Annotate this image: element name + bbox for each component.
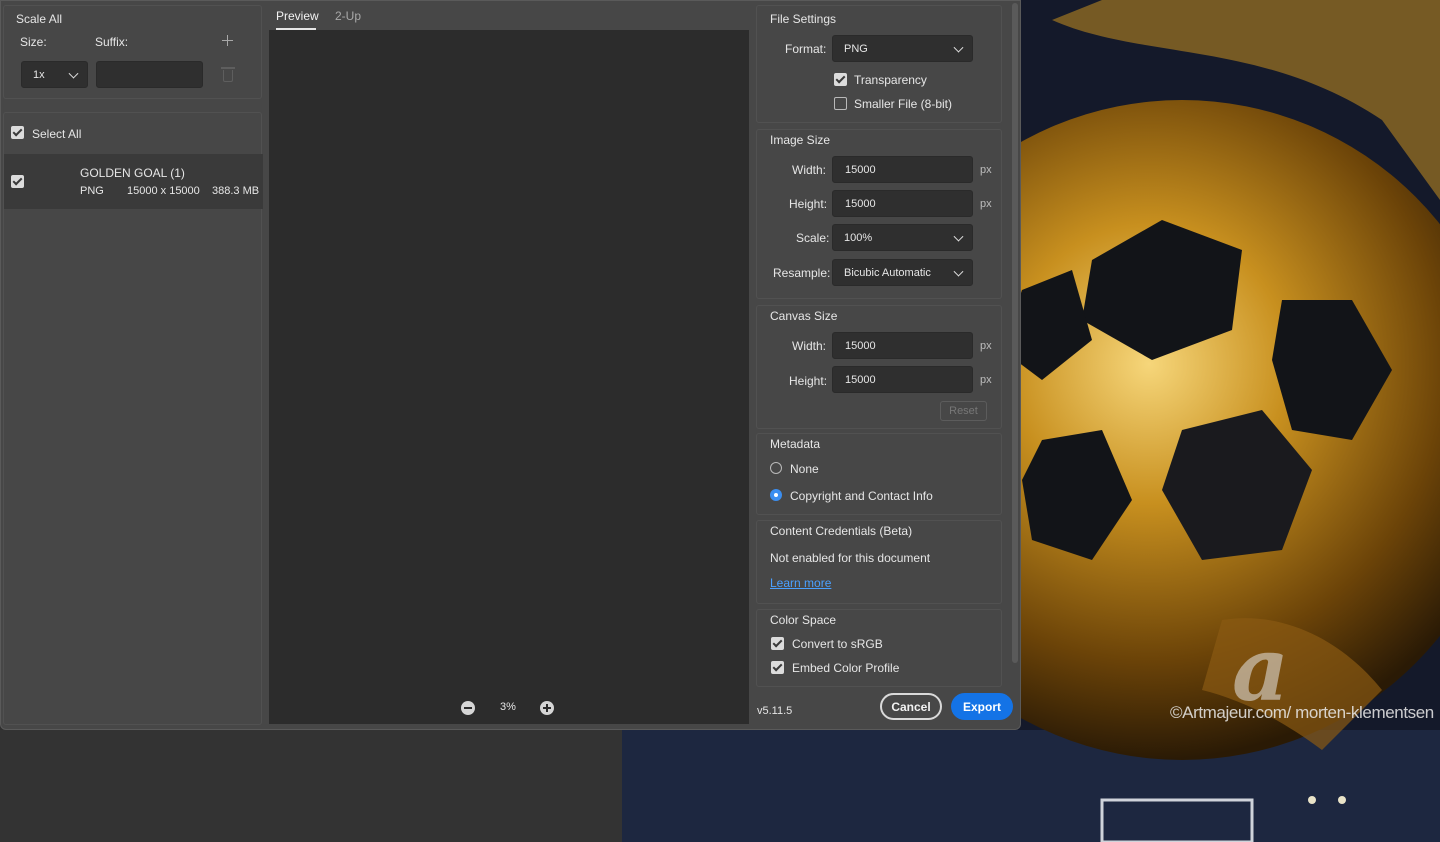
file-name: GOLDEN GOAL (1): [80, 166, 185, 180]
image-width-unit: px: [980, 164, 992, 176]
metadata-copyright-radio[interactable]: [770, 489, 782, 501]
scale-all-panel: Scale All Size: Suffix: 1x: [3, 5, 262, 99]
zoom-level: 3%: [500, 701, 516, 713]
transparency-checkbox[interactable]: [834, 73, 847, 86]
add-scale-icon[interactable]: [222, 35, 233, 46]
image-height-input[interactable]: 15000: [832, 190, 973, 217]
convert-srgb-checkbox[interactable]: [771, 637, 784, 650]
metadata-panel: Metadata None Copyright and Contact Info: [756, 433, 1002, 515]
image-height-label: Height:: [789, 197, 828, 211]
size-select[interactable]: 1x: [21, 61, 88, 88]
smaller-file-checkbox[interactable]: [834, 97, 847, 110]
embed-profile-label: Embed Color Profile: [792, 661, 900, 675]
canvas-width-input[interactable]: 15000: [832, 332, 973, 359]
preview-canvas[interactable]: 3%: [269, 30, 749, 724]
image-width-input[interactable]: 15000: [832, 156, 973, 183]
image-size-panel: Image Size Width: 15000 px Height: 15000…: [756, 129, 1002, 299]
smaller-file-label: Smaller File (8-bit): [854, 97, 953, 111]
image-width-label: Width:: [792, 163, 827, 177]
format-select-value: PNG: [844, 42, 868, 55]
resample-label: Resample:: [773, 266, 831, 280]
version-label: v5.11.5: [757, 705, 793, 717]
tab-2-up[interactable]: 2-Up: [335, 9, 361, 23]
reset-button[interactable]: Reset: [940, 401, 987, 421]
suffix-input[interactable]: [96, 61, 203, 88]
canvas-width-label: Width:: [792, 339, 827, 353]
file-list-item[interactable]: GOLDEN GOAL (1) PNG 15000 x 15000 388.3 …: [4, 154, 263, 209]
canvas-height-label: Height:: [789, 374, 828, 388]
content-credentials-title: Content Credentials (Beta): [770, 524, 913, 538]
embed-profile-checkbox[interactable]: [771, 661, 784, 674]
content-credentials-panel: Content Credentials (Beta) Not enabled f…: [756, 520, 1002, 604]
file-dimensions: 15000 x 15000: [127, 185, 200, 197]
select-all-checkbox[interactable]: [11, 126, 24, 139]
content-credentials-status: Not enabled for this document: [770, 551, 931, 565]
watermark-text: ©Artmajeur.com/ morten-klementsen: [1170, 703, 1434, 722]
canvas-height-unit: px: [980, 374, 992, 386]
image-size-title: Image Size: [770, 133, 831, 147]
suffix-label: Suffix:: [95, 35, 129, 49]
scale-select-value: 100%: [844, 231, 873, 244]
file-size: 388.3 MB: [212, 185, 260, 197]
convert-srgb-label: Convert to sRGB: [792, 637, 883, 651]
select-all-label: Select All: [32, 127, 82, 141]
format-label: Format:: [785, 42, 827, 56]
export-button[interactable]: Export: [951, 693, 1013, 720]
export-as-dialog: Scale All Size: Suffix: 1x Select All GO…: [0, 0, 1021, 730]
scale-label: Scale:: [796, 231, 830, 245]
chevron-down-icon: [68, 68, 79, 79]
chevron-down-icon: [953, 231, 964, 242]
size-label: Size:: [20, 35, 47, 49]
file-settings-title: File Settings: [770, 12, 837, 26]
metadata-copyright-label: Copyright and Contact Info: [790, 489, 933, 503]
file-checkbox[interactable]: [11, 175, 24, 188]
color-space-panel: Color Space Convert to sRGB Embed Color …: [756, 609, 1002, 687]
size-select-value: 1x: [33, 68, 45, 81]
tab-preview[interactable]: Preview: [276, 9, 319, 23]
image-height-unit: px: [980, 198, 992, 210]
canvas-size-title: Canvas Size: [770, 309, 838, 323]
color-space-title: Color Space: [770, 613, 837, 627]
resample-select-value: Bicubic Automatic: [844, 266, 931, 279]
learn-more-link[interactable]: Learn more: [770, 576, 831, 590]
canvas-width-unit: px: [980, 340, 992, 352]
metadata-none-radio[interactable]: [770, 462, 782, 474]
trash-icon[interactable]: [221, 67, 235, 82]
file-format: PNG: [80, 185, 104, 197]
cancel-button[interactable]: Cancel: [880, 693, 942, 720]
chevron-down-icon: [953, 42, 964, 53]
metadata-title: Metadata: [770, 437, 821, 451]
file-settings-panel: File Settings Format: PNG Transparency S…: [756, 5, 1002, 123]
asset-list-panel: Select All GOLDEN GOAL (1) PNG 15000 x 1…: [3, 112, 263, 725]
zoom-out-icon[interactable]: [461, 701, 475, 715]
settings-scrollbar[interactable]: [1012, 3, 1018, 663]
scale-all-label: Scale All: [16, 12, 63, 26]
scale-select[interactable]: 100%: [832, 224, 973, 251]
format-select[interactable]: PNG: [832, 35, 973, 62]
artmajeur-logo: a: [1232, 617, 1290, 721]
metadata-none-label: None: [790, 462, 819, 476]
background-area: [0, 730, 622, 842]
resample-select[interactable]: Bicubic Automatic: [832, 259, 973, 286]
canvas-height-input[interactable]: 15000: [832, 366, 973, 393]
zoom-in-icon[interactable]: [540, 701, 554, 715]
transparency-label: Transparency: [854, 73, 927, 87]
chevron-down-icon: [953, 266, 964, 277]
